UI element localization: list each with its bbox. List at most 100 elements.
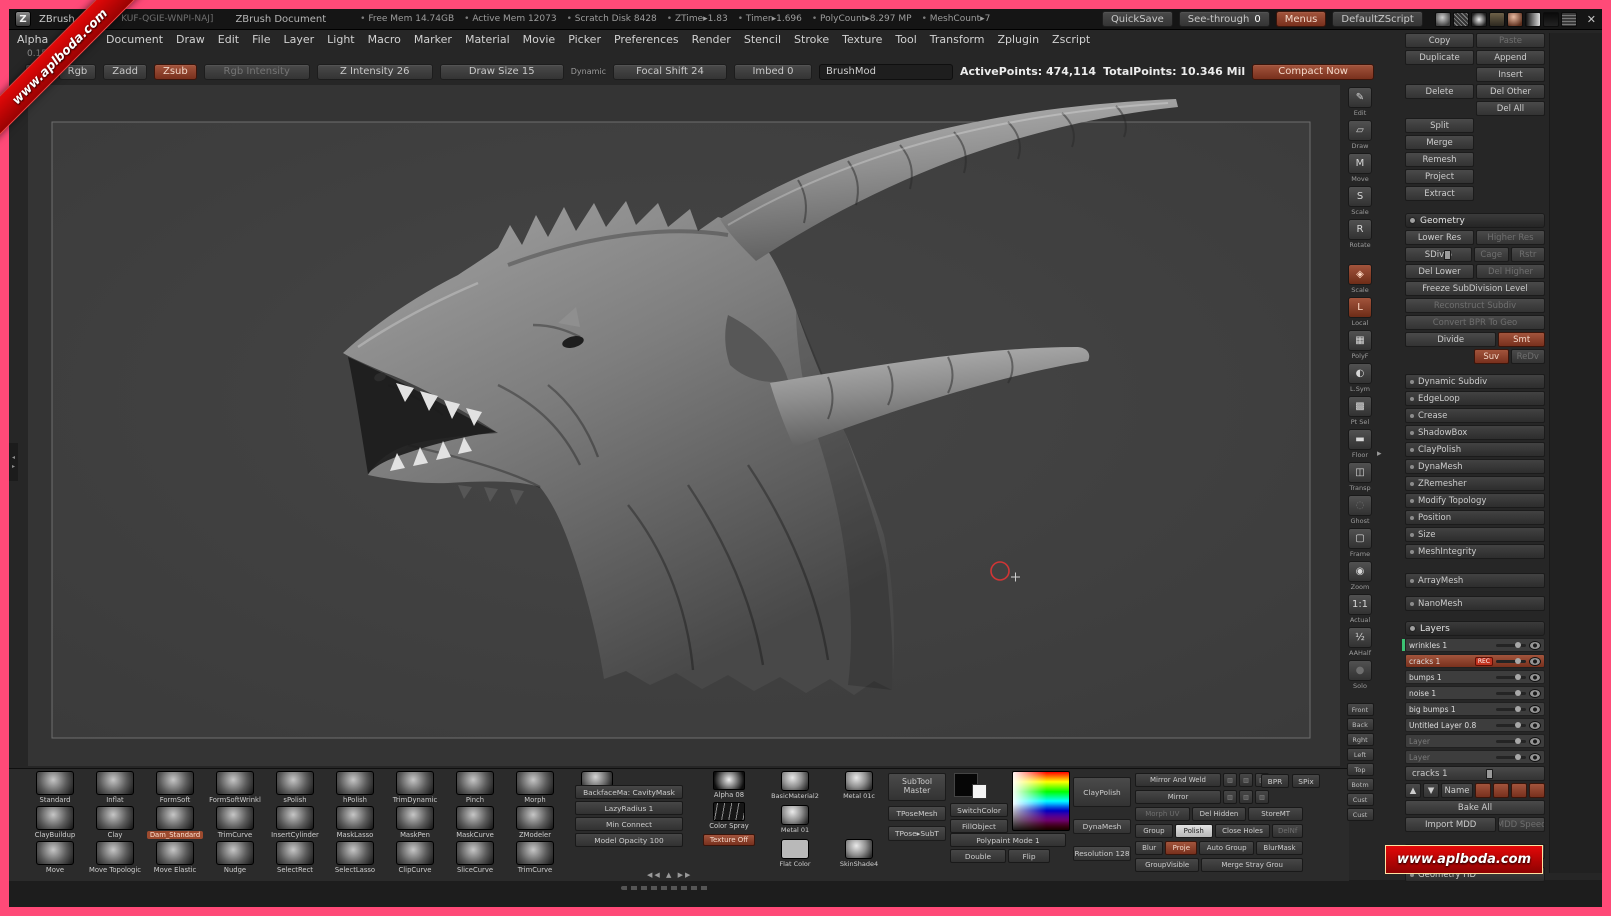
layer-intensity-slider[interactable] (1496, 676, 1526, 679)
view-rght-2[interactable]: Rght (1347, 733, 1374, 746)
focal-shift-slider[interactable]: Focal Shift 24 (613, 64, 727, 80)
view-cust-7[interactable]: Cust (1347, 808, 1374, 821)
material-flat-color[interactable]: Flat Color (763, 839, 827, 873)
bake-all-button[interactable]: Bake All (1405, 800, 1545, 815)
panel-nanomesh[interactable]: NanoMesh (1405, 596, 1545, 611)
material-metal-01c[interactable]: Metal 01c (827, 771, 891, 805)
layer-visibility-icon[interactable] (1529, 673, 1541, 682)
panel-redv[interactable]: ReDv (1511, 349, 1546, 364)
layer-intensity-slider[interactable] (1496, 724, 1526, 727)
menu-edit[interactable]: Edit (218, 33, 239, 46)
brush-morph[interactable]: Morph (505, 771, 565, 806)
quicksave-button[interactable]: QuickSave (1102, 11, 1173, 27)
panel-divide[interactable]: Divide (1405, 332, 1496, 347)
panel-del-other[interactable]: Del Other (1476, 84, 1545, 99)
layer-name-button[interactable]: Name (1441, 783, 1473, 798)
brush-zmodeler[interactable]: ZModeler (505, 806, 565, 841)
see-through-button[interactable]: See-through0 (1179, 11, 1270, 27)
material-preview-icon[interactable] (1507, 12, 1523, 27)
menu-file[interactable]: File (252, 33, 270, 46)
layer-row-bumps-1-2[interactable]: bumps 1 (1405, 670, 1545, 684)
panel-size[interactable]: Size (1405, 527, 1545, 542)
brush-formsoft[interactable]: FormSoft (145, 771, 205, 806)
layer-intensity-slider[interactable] (1496, 644, 1526, 647)
menu-stencil[interactable]: Stencil (744, 33, 781, 46)
material-metal-01[interactable]: Metal 01 (763, 805, 827, 839)
panel-split[interactable]: Split (1405, 118, 1474, 133)
layer-up-button[interactable]: ▲ (1405, 783, 1421, 798)
shelf-edit-button[interactable]: ✎Edit (1347, 87, 1373, 117)
slider-model-opacity-100[interactable]: Model Opacity 100 (575, 833, 683, 847)
imbed-slider[interactable]: Imbed 0 (734, 64, 812, 80)
panel-position[interactable]: Position (1405, 510, 1545, 525)
shelf-actual-button[interactable]: 1:1Actual (1347, 594, 1373, 624)
brush-slicecurve[interactable]: SliceCurve (445, 841, 505, 876)
stroke-preview-icon[interactable] (1453, 12, 1469, 27)
layer-down-button[interactable]: ▼ (1423, 783, 1439, 798)
view-left-3[interactable]: Left (1347, 748, 1374, 761)
layer-visibility-icon[interactable] (1529, 737, 1541, 746)
panel-project[interactable]: Project (1405, 169, 1474, 184)
action-polish[interactable]: Polish (1175, 824, 1213, 838)
layer-row-untitled-layer-0-8-5[interactable]: Untitled Layer 0.8 (1405, 718, 1545, 732)
layer-intensity-slider[interactable] (1496, 692, 1526, 695)
panel-claypolish[interactable]: ClayPolish (1405, 442, 1545, 457)
shelf-local-button[interactable]: LLocal (1347, 297, 1373, 327)
menu-transform[interactable]: Transform (930, 33, 985, 46)
layer-action-button-3[interactable] (1529, 783, 1545, 798)
layer-visibility-icon[interactable] (1529, 657, 1541, 666)
slider-backfacema-cavitymask[interactable]: BackfaceMa: CavityMask (575, 785, 683, 799)
brush-masklasso[interactable]: MaskLasso (325, 806, 385, 841)
action-proje[interactable]: Proje (1165, 841, 1197, 855)
panel-shadowbox[interactable]: ShadowBox (1405, 425, 1545, 440)
layer-intensity-slider[interactable] (1496, 756, 1526, 759)
brush-maskpen[interactable]: MaskPen (385, 806, 445, 841)
menu-stroke[interactable]: Stroke (794, 33, 829, 46)
sculpt-viewport[interactable] (28, 85, 1340, 766)
panel-suv[interactable]: Suv (1474, 349, 1509, 364)
brush-hpolish[interactable]: hPolish (325, 771, 385, 806)
zadd-button[interactable]: Zadd (103, 64, 147, 80)
bpr-button[interactable]: BPR (1261, 774, 1289, 788)
zsub-button[interactable]: Zsub (154, 64, 197, 80)
panel-layers[interactable]: Layers (1405, 621, 1545, 636)
left-divider-handle[interactable]: ◂▸ (9, 443, 18, 481)
menu-picker[interactable]: Picker (568, 33, 601, 46)
selector-color-spray[interactable]: Color Spray (709, 802, 749, 830)
action-morph-uv[interactable]: Morph UV (1135, 807, 1190, 821)
layer-row-cracks-1-1[interactable]: cracks 1REC (1405, 654, 1545, 668)
view-top-4[interactable]: Top (1347, 763, 1374, 776)
panel-lower-res[interactable]: Lower Res (1405, 230, 1474, 245)
panel-merge[interactable]: Merge (1405, 135, 1474, 150)
shelf-polyf-button[interactable]: ▦PolyF (1347, 330, 1373, 360)
axis-toggle[interactable]: ▥ (1239, 790, 1253, 804)
polypaint-mode-slider[interactable]: Polypaint Mode 1 (950, 833, 1066, 847)
panel-append[interactable]: Append (1476, 50, 1545, 65)
horizontal-scrollbar[interactable] (621, 886, 711, 890)
panel-delete[interactable]: Delete (1405, 84, 1474, 99)
slider-lazyradius-1[interactable]: LazyRadius 1 (575, 801, 683, 815)
brushmod-slider[interactable]: BrushMod (819, 64, 953, 80)
mdd-speed-button[interactable]: MDD Speed (1498, 817, 1545, 832)
brush-nudge[interactable]: Nudge (205, 841, 265, 876)
material-basicmaterial2[interactable]: BasicMaterial2 (763, 771, 827, 805)
brush-move-topologic[interactable]: Move Topologic (85, 841, 145, 876)
brush-dam-standard[interactable]: Dam_Standard (145, 806, 205, 841)
layer-visibility-icon[interactable] (1529, 689, 1541, 698)
panel-rstr[interactable]: Rstr (1511, 247, 1546, 262)
action-blurmask[interactable]: BlurMask (1256, 841, 1303, 855)
dynamesh-button[interactable]: DynaMesh (1073, 819, 1131, 834)
panel-dynamic-subdiv[interactable]: Dynamic Subdiv (1405, 374, 1545, 389)
menu-document[interactable]: Document (106, 33, 163, 46)
selector-alpha-08[interactable]: Alpha 08 (713, 771, 745, 799)
brush-trimdynamic[interactable]: TrimDynamic (385, 771, 445, 806)
layer-visibility-icon[interactable] (1529, 721, 1541, 730)
alpha-preview-icon[interactable] (1471, 12, 1487, 27)
brush-trimcurve[interactable]: TrimCurve (205, 806, 265, 841)
color-swatch-icon[interactable] (1543, 12, 1559, 27)
shelf-zoom-button[interactable]: ◉Zoom (1347, 561, 1373, 591)
dynamic-label[interactable]: Dynamic (571, 67, 606, 76)
menu-light[interactable]: Light (327, 33, 354, 46)
material-skinshade4[interactable]: SkinShade4 (827, 839, 891, 873)
brush-maskcurve[interactable]: MaskCurve (445, 806, 505, 841)
